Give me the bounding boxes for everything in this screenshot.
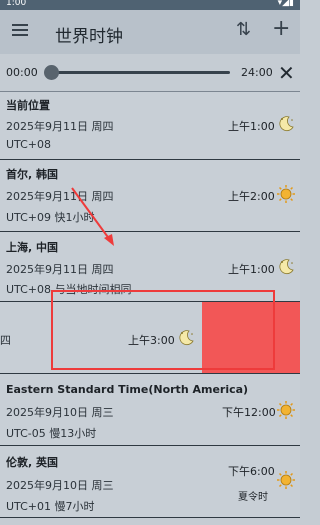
clock-date: 2025年9月11日 周四 [6,263,114,276]
clock-time: 上午1:00 [228,120,275,133]
clock-offset: UTC+08 [6,138,52,151]
clock-date: 2025年9月10日 周三 [6,479,114,492]
time-slider-bar: 00:00 24:00 ✕ [0,54,300,92]
clock-card-swiped[interactable]: 四 上午3:00 [0,302,300,374]
clock-offset: UTC+01 慢7小时 [6,500,95,513]
status-bar: 1:00 ▾◢▮ [0,0,300,10]
sort-icon[interactable]: ⇅ [236,19,251,40]
moon-night-icon [279,116,294,131]
clock-card-seoul[interactable]: 首尔, 韩国 上午2:00 2025年9月11日 周四 UTC+09 快1小时 [0,160,300,232]
sun-icon [277,401,295,419]
time-slider-thumb[interactable] [44,65,59,80]
clock-card-eastern[interactable]: Eastern Standard Time(North America) 下午1… [0,374,300,446]
clock-name: 当前位置 [6,99,50,112]
clock-name: 首尔, 韩国 [6,168,59,181]
clock-date: 2025年9月11日 周四 [6,120,114,133]
app-bar: 世界时钟 ⇅ + [0,10,300,54]
close-icon[interactable]: ✕ [278,61,295,85]
clock-offset: UTC+08 与当地时间相同 [6,283,132,296]
slider-end-label: 24:00 [241,66,273,79]
clock-date: 2025年9月11日 周四 [6,190,114,203]
clock-card-shanghai[interactable]: 上海, 中国 上午1:00 2025年9月11日 周四 UTC+08 与当地时间… [0,232,300,302]
clock-time: 上午1:00 [228,263,275,276]
clock-name: 上海, 中国 [6,241,59,254]
clock-name: Eastern Standard Time(North America) [6,383,249,396]
sun-icon [277,185,295,203]
clock-time: 下午12:00 [222,406,276,419]
moon-night-icon [279,259,294,274]
clock-name: 伦敦, 英国 [6,456,59,469]
swipe-delete-zone[interactable] [202,302,300,373]
clock-time: 上午3:00 [128,334,175,347]
sun-icon [277,471,295,489]
clock-date: 2025年9月10日 周三 [6,406,114,419]
clock-card-current[interactable]: 当前位置 上午1:00 2025年9月11日 周四 UTC+08 [0,92,300,160]
status-time: 1:00 [6,0,27,8]
dst-label: 夏令时 [238,492,268,503]
clock-offset: UTC-05 慢13小时 [6,427,97,440]
clock-date-partial: 四 [0,334,11,347]
page-title: 世界时钟 [55,27,123,47]
time-slider-track[interactable] [48,71,230,74]
clock-card-london[interactable]: 伦敦, 英国 下午6:00 夏令时 2025年9月10日 周三 UTC+01 慢… [0,446,300,518]
menu-icon[interactable] [12,24,28,36]
clock-offset: UTC+09 快1小时 [6,211,95,224]
clock-time: 下午6:00 [228,465,275,478]
add-icon[interactable]: + [272,16,290,41]
status-icons: ▾◢▮ [277,0,294,8]
moon-night-icon [179,330,194,345]
slider-start-label: 00:00 [6,66,38,79]
clock-time: 上午2:00 [228,190,275,203]
